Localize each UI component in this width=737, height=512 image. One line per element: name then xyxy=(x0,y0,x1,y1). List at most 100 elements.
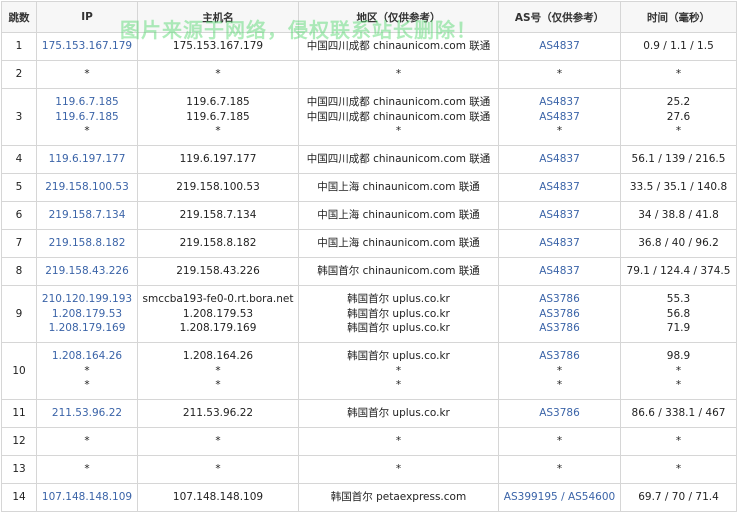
cell-asn: AS4837 xyxy=(498,145,621,174)
table-row: 1 175.153.167.179 175.153.167.179 中国四川成都 ch… xyxy=(1,32,737,61)
cell-region: 中国上海 chinaunicom.com 联通 xyxy=(298,173,499,202)
cell-time: 79.1 / 124.4 / 374.5 xyxy=(620,257,737,286)
cell-region: * xyxy=(298,427,499,456)
cell-hop: 8 xyxy=(1,257,37,286)
asn-link[interactable]: AS4837 xyxy=(503,264,616,279)
cell-region: 韩国首尔 uplus.co.kr xyxy=(298,399,499,428)
ip-link[interactable]: 211.53.96.22 xyxy=(41,406,133,421)
cell-time: 25.2 27.6 * xyxy=(620,88,737,146)
table-row: 8 219.158.43.226 219.158.43.226 韩国首尔 chinau… xyxy=(1,257,737,286)
cell-host: * xyxy=(137,60,299,89)
asn-link[interactable]: AS4837 xyxy=(503,236,616,251)
header-region: 地区（仅供参考） xyxy=(298,1,499,33)
asn-link[interactable]: AS399195 / AS54600 xyxy=(503,490,616,505)
cell-ip: * xyxy=(36,60,138,89)
region-text: 中国上海 chinaunicom.com 联通 xyxy=(317,237,480,250)
host-text: 1.208.179.169 xyxy=(179,322,257,335)
ip-link[interactable]: 219.158.100.53 xyxy=(41,180,133,195)
cell-region: * xyxy=(298,60,499,89)
time-text: 55.3 xyxy=(666,293,691,306)
region-text: 中国四川成都 chinaunicom.com 联通 xyxy=(306,96,491,109)
ip-link[interactable]: 219.158.43.226 xyxy=(41,264,133,279)
ip-link[interactable]: 1.208.179.169 xyxy=(41,321,133,336)
time-text: 25.2 xyxy=(666,96,691,109)
asn-link[interactable]: AS4837 xyxy=(503,39,616,54)
cell-region: 中国上海 chinaunicom.com 联通 xyxy=(298,201,499,230)
time-text: 0.9 / 1.1 / 1.5 xyxy=(643,40,714,53)
host-text: 119.6.7.185 xyxy=(186,96,250,109)
timeout-marker: * xyxy=(215,463,221,476)
cell-region: 韩国首尔 chinaunicom.com 联通 xyxy=(298,257,499,286)
ip-link[interactable]: 119.6.197.177 xyxy=(41,152,133,167)
asn-link[interactable]: AS4837 xyxy=(503,95,616,110)
table-header-row: 跳数 IP 主机名 地区（仅供参考） AS号（仅供参考） 时间（毫秒） xyxy=(1,1,737,33)
table-row: 9 210.120.199.193 1.208.179.53 1.208.179.16… xyxy=(1,285,737,343)
timeout-marker: * xyxy=(84,125,90,138)
cell-region: 中国上海 chinaunicom.com 联通 xyxy=(298,229,499,258)
ip-link[interactable]: 1.208.164.26 xyxy=(41,349,133,364)
ip-link[interactable]: 119.6.7.185 xyxy=(41,95,133,110)
cell-host: 219.158.7.134 xyxy=(137,201,299,230)
host-text: 219.158.43.226 xyxy=(176,265,260,278)
time-text: 56.8 xyxy=(666,307,691,320)
cell-hop: 12 xyxy=(1,427,37,456)
time-text: 36.8 / 40 / 96.2 xyxy=(638,237,719,250)
asn-link[interactable]: AS3786 xyxy=(503,307,616,322)
cell-time: 86.6 / 338.1 / 467 xyxy=(620,399,737,428)
time-text: 86.6 / 338.1 / 467 xyxy=(631,407,726,420)
asn-link[interactable]: AS3786 xyxy=(503,349,616,364)
cell-time: * xyxy=(620,427,737,456)
cell-hop: 9 xyxy=(1,285,37,343)
cell-time: 55.3 56.8 71.9 xyxy=(620,285,737,343)
timeout-marker: * xyxy=(215,379,221,392)
cell-host: smccba193-fe0-0.rt.bora.net 1.208.179.53 1… xyxy=(137,285,299,343)
cell-host: * xyxy=(137,427,299,456)
ip-link[interactable]: 219.158.8.182 xyxy=(41,236,133,251)
asn-link[interactable]: AS3786 xyxy=(503,292,616,307)
timeout-marker: * xyxy=(556,364,563,377)
table-row: 4 119.6.197.177 119.6.197.177 中国四川成都 chinau… xyxy=(1,145,737,174)
host-text: 211.53.96.22 xyxy=(182,407,254,420)
ip-link[interactable]: 175.153.167.179 xyxy=(41,39,133,54)
cell-asn: AS3786 AS3786 AS3786 xyxy=(498,285,621,343)
time-text: 33.5 / 35.1 / 140.8 xyxy=(629,181,728,194)
table-row: 5 219.158.100.53 219.158.100.53 中国上海 chinau… xyxy=(1,173,737,202)
cell-ip: * xyxy=(36,455,138,484)
cell-time: 0.9 / 1.1 / 1.5 xyxy=(620,32,737,61)
cell-ip: 219.158.43.226 xyxy=(36,257,138,286)
timeout-marker: * xyxy=(675,125,682,138)
timeout-marker: * xyxy=(84,364,90,377)
cell-asn: AS399195 / AS54600 xyxy=(498,483,621,512)
cell-asn: AS4837 AS4837 * xyxy=(498,88,621,146)
timeout-marker: * xyxy=(556,125,563,138)
ip-link[interactable]: 119.6.7.185 xyxy=(41,110,133,125)
cell-time: 34 / 38.8 / 41.8 xyxy=(620,201,737,230)
cell-ip: 119.6.197.177 xyxy=(36,145,138,174)
header-ip: IP xyxy=(36,1,138,33)
ip-link[interactable]: 219.158.7.134 xyxy=(41,208,133,223)
cell-ip: 1.208.164.26 * * xyxy=(36,342,138,400)
timeout-marker: * xyxy=(215,125,221,138)
asn-link[interactable]: AS3786 xyxy=(503,406,616,421)
ip-link[interactable]: 210.120.199.193 xyxy=(41,292,133,307)
asn-link[interactable]: AS4837 xyxy=(503,110,616,125)
asn-link[interactable]: AS4837 xyxy=(503,180,616,195)
cell-hop: 11 xyxy=(1,399,37,428)
asn-link[interactable]: AS4837 xyxy=(503,152,616,167)
cell-ip: 211.53.96.22 xyxy=(36,399,138,428)
ip-link[interactable]: 107.148.148.109 xyxy=(41,490,133,505)
host-text: 175.153.167.179 xyxy=(172,40,264,53)
timeout-marker: * xyxy=(395,364,402,377)
cell-hop: 14 xyxy=(1,483,37,512)
cell-region: * xyxy=(298,455,499,484)
time-text: 79.1 / 124.4 / 374.5 xyxy=(626,265,731,278)
host-text: 219.158.7.134 xyxy=(179,209,257,222)
asn-link[interactable]: AS4837 xyxy=(503,208,616,223)
asn-link[interactable]: AS3786 xyxy=(503,321,616,336)
cell-region: 中国四川成都 chinaunicom.com 联通 中国四川成都 chinauni… xyxy=(298,88,499,146)
cell-asn: * xyxy=(498,427,621,456)
ip-link[interactable]: 1.208.179.53 xyxy=(41,307,133,322)
timeout-marker: * xyxy=(84,463,90,476)
time-text: 69.7 / 70 / 71.4 xyxy=(638,491,719,504)
cell-host: 107.148.148.109 xyxy=(137,483,299,512)
